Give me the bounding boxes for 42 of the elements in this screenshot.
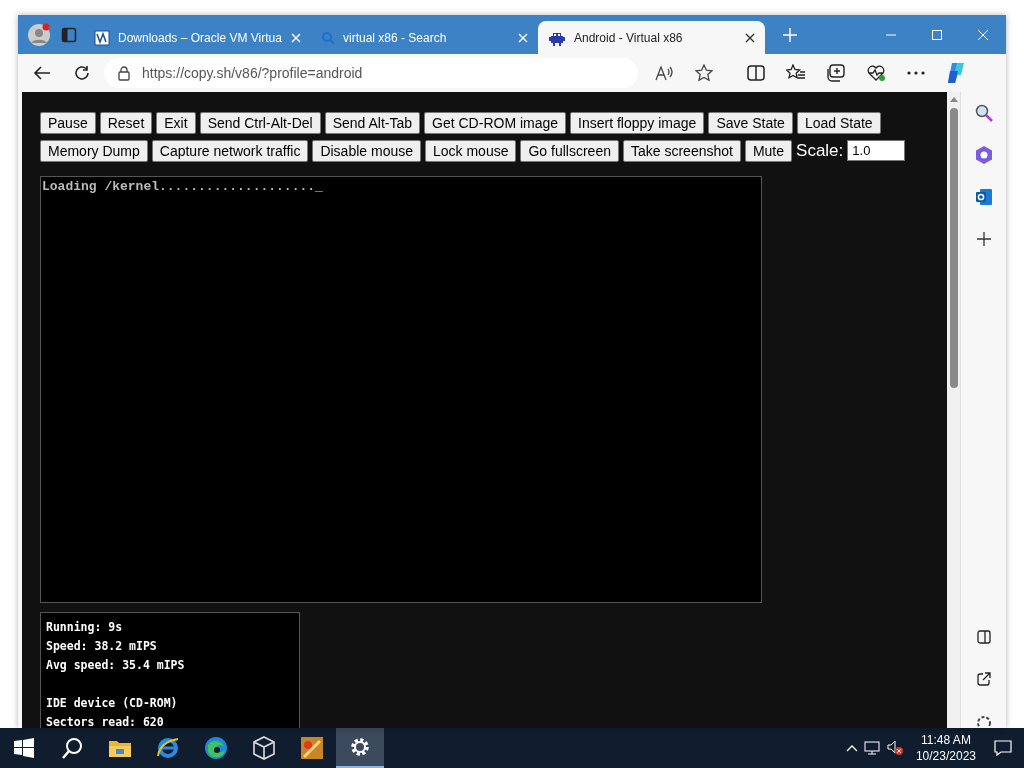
control-button[interactable]: Memory Dump [40,139,148,162]
stats-line: Running: 9s [46,618,124,636]
browser-tab[interactable]: Downloads – Oracle VM Virtua [84,21,311,54]
control-button[interactable]: Capture network traffic [151,139,309,162]
date-text: 10/23/2023 [915,748,976,764]
address-field[interactable]: https://copy.sh/v86/?profile=android [104,58,638,88]
control-button[interactable]: Get CD-ROM image [424,112,567,134]
stats-line: Avg speed: 35.4 mIPS [46,656,186,674]
close-tab-icon[interactable] [745,32,755,43]
control-button[interactable]: Load State [796,112,881,134]
chevron-up-icon[interactable] [845,744,858,752]
browser-tab[interactable]: Android - Virtual x86 [538,21,765,54]
volume-muted-icon[interactable] [885,740,904,756]
control-button[interactable]: Reset [99,112,153,134]
stats-line: Speed: 38.2 mIPS [46,637,158,655]
control-button[interactable]: Mute [744,139,793,162]
clock[interactable]: 11:48 AM 10/23/2023 [909,732,982,764]
control-button[interactable]: Exit [156,112,196,134]
tab-favicon-icon [94,29,110,46]
control-button[interactable]: Save State [708,112,793,134]
control-button[interactable]: Take screenshot [622,139,741,162]
control-button[interactable]: Pause [40,112,96,134]
tab-favicon-icon [321,30,335,45]
control-button[interactable]: Lock mouse [425,139,517,162]
lock-icon [118,65,130,81]
scrollbar[interactable] [947,92,960,728]
scale-label: Scale: [796,140,844,162]
notification-icon[interactable] [994,740,1012,756]
control-button[interactable]: Send Alt-Tab [324,112,421,134]
browser-tab[interactable]: virtual x86 - Search [311,21,538,54]
scroll-up-icon[interactable] [949,96,958,102]
stats-heading: IDE device (CD-ROM) [46,694,179,712]
scale-field[interactable]: 1.0 [847,140,906,162]
control-button[interactable]: Insert floppy image [570,112,705,134]
control-button[interactable]: Go fullscreen [520,139,619,162]
control-button[interactable]: Disable mouse [312,139,421,162]
url-text: https://copy.sh/v86/?profile=android [142,63,363,83]
network-icon[interactable] [863,741,880,755]
control-button[interactable]: Send Ctrl-Alt-Del [199,112,321,134]
stats-line: Sectors read: 620 [46,713,165,728]
screen-output: Loading /kernel...................._ [42,177,324,196]
time-text: 11:48 AM [920,732,972,748]
